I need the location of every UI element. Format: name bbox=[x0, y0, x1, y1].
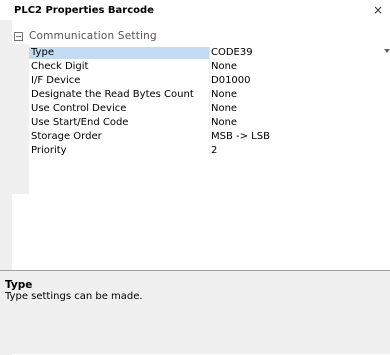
property-name: Type bbox=[29, 47, 209, 59]
title-bar: PLC2 Properties Barcode × bbox=[0, 0, 390, 20]
help-description: Type settings can be made. bbox=[5, 291, 143, 302]
category-label: Communication Setting bbox=[29, 30, 157, 42]
column-divider bbox=[209, 117, 210, 129]
panel-title: PLC2 Properties Barcode bbox=[14, 5, 154, 16]
close-icon[interactable]: × bbox=[372, 3, 384, 17]
property-row-read-bytes-count[interactable]: Designate the Read Bytes Count None bbox=[29, 89, 390, 101]
property-name: Priority bbox=[31, 145, 67, 156]
property-value-if-device[interactable]: D01000 bbox=[211, 75, 390, 87]
column-divider bbox=[209, 89, 210, 101]
properties-panel: PLC2 Properties Barcode × − Communicatio… bbox=[0, 0, 390, 355]
property-value-storage-order[interactable]: MSB -> LSB bbox=[211, 131, 390, 143]
property-value-priority[interactable]: 2 bbox=[211, 145, 390, 157]
property-name: I/F Device bbox=[31, 75, 81, 86]
property-value-read-bytes-count[interactable]: None bbox=[211, 89, 390, 101]
help-title: Type bbox=[5, 279, 33, 291]
dropdown-arrow-icon[interactable] bbox=[384, 49, 390, 53]
category-communication-setting[interactable]: − Communication Setting bbox=[12, 30, 390, 43]
property-row-type[interactable]: Type CODE39 bbox=[29, 47, 390, 59]
column-divider bbox=[209, 47, 210, 59]
property-row-priority[interactable]: Priority 2 bbox=[29, 145, 390, 157]
property-name: Designate the Read Bytes Count bbox=[31, 89, 194, 100]
property-value-start-end-code[interactable]: None bbox=[211, 117, 390, 129]
property-value-type[interactable]: CODE39 bbox=[211, 47, 390, 59]
grid-gutter bbox=[12, 44, 29, 194]
property-row-check-digit[interactable]: Check Digit None bbox=[29, 61, 390, 73]
column-divider bbox=[209, 103, 210, 115]
property-name: Use Start/End Code bbox=[31, 117, 129, 128]
property-name: Storage Order bbox=[31, 131, 102, 142]
property-name: Use Control Device bbox=[31, 103, 127, 114]
column-divider bbox=[209, 75, 210, 87]
property-name: Check Digit bbox=[31, 61, 89, 72]
property-row-start-end-code[interactable]: Use Start/End Code None bbox=[29, 117, 390, 129]
property-value-check-digit[interactable]: None bbox=[211, 61, 390, 73]
property-row-if-device[interactable]: I/F Device D01000 bbox=[29, 75, 390, 87]
property-value-control-device[interactable]: None bbox=[211, 103, 390, 115]
column-divider bbox=[209, 61, 210, 73]
column-divider bbox=[209, 145, 210, 157]
collapse-icon[interactable]: − bbox=[14, 32, 23, 41]
help-pane: Type Type settings can be made. bbox=[0, 270, 390, 354]
column-divider bbox=[209, 131, 210, 143]
property-row-storage-order[interactable]: Storage Order MSB -> LSB bbox=[29, 131, 390, 143]
property-row-control-device[interactable]: Use Control Device None bbox=[29, 103, 390, 115]
